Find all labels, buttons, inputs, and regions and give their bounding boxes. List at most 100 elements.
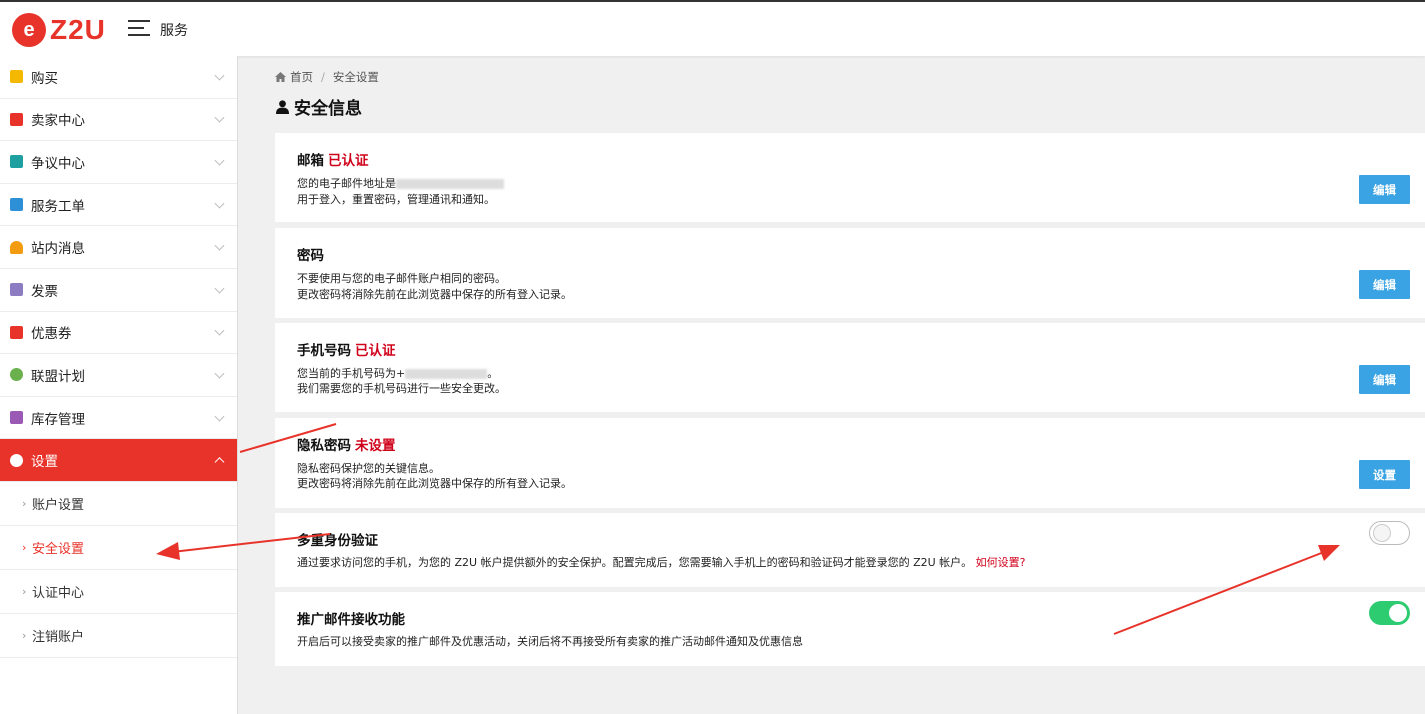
hamburger-menu-icon[interactable] xyxy=(128,20,150,38)
sidebar-item-invoice[interactable]: 发票 xyxy=(0,269,237,312)
password-edit-button[interactable]: 编辑 xyxy=(1359,270,1410,299)
email-line-1: 您的电子邮件地址是 xyxy=(297,175,504,191)
sidebar-item-label: 库存管理 xyxy=(31,411,85,428)
sidebar-item-label: 联盟计划 xyxy=(31,368,85,385)
logo-mark: e xyxy=(12,13,46,47)
password-title: 密码 xyxy=(297,248,324,264)
promo-description: 开启后可以接受卖家的推广邮件及优惠活动，关闭后将不再接受所有卖家的推广活动邮件通… xyxy=(297,635,803,648)
phone-card: 手机号码 已认证 您当前的手机号码为+。 我们需要您的手机号码进行一些安全更改。 … xyxy=(275,323,1425,412)
logo-text: Z2U xyxy=(50,14,106,45)
sidebar-subitem-account-settings[interactable]: › 账户设置 xyxy=(0,482,237,526)
toggle-knob xyxy=(1389,604,1407,622)
sidebar-item-settings[interactable]: 设置 xyxy=(0,439,237,482)
mfa-how-to-link[interactable]: 如何设置? xyxy=(976,556,1026,569)
chevron-down-icon xyxy=(214,240,225,251)
page-title-text: 安全信息 xyxy=(294,99,362,119)
mfa-title: 多重身份验证 xyxy=(297,533,378,549)
redacted-email xyxy=(396,179,504,189)
phone-line-2: 我们需要您的手机号码进行一些安全更改。 xyxy=(297,382,506,395)
z2u-logo[interactable]: e Z2U xyxy=(12,12,106,48)
puzzle-icon xyxy=(10,368,23,382)
chevron-right-icon: › xyxy=(22,496,27,510)
subitem-label: 认证中心 xyxy=(32,585,85,601)
cubes-icon xyxy=(10,411,23,425)
menu-title[interactable]: 服务 xyxy=(160,20,188,40)
promo-title: 推广邮件接收功能 xyxy=(297,612,405,628)
sidebar-item-label: 争议中心 xyxy=(31,155,85,172)
redacted-phone xyxy=(405,369,488,379)
mfa-description: 通过要求访问您的手机，为您的 Z2U 帐户提供额外的安全保护。配置完成后，您需要… xyxy=(297,554,1026,570)
phone-edit-button[interactable]: 编辑 xyxy=(1359,365,1410,394)
toggle-knob xyxy=(1373,524,1391,542)
sidebar: 购买 卖家中心 争议中心 服务工单 站内消息 发票 优惠券 联盟计划 库存管理 … xyxy=(0,56,238,714)
chevron-down-icon xyxy=(214,113,225,123)
chevron-down-icon xyxy=(214,155,225,166)
logo-letter: e xyxy=(23,18,35,41)
gear-icon xyxy=(10,453,23,467)
email-status-badge: 已认证 xyxy=(328,153,369,169)
chevron-down-icon xyxy=(214,198,225,209)
sidebar-item-label: 站内消息 xyxy=(31,241,85,258)
mfa-card: 多重身份验证 通过要求访问您的手机，为您的 Z2U 帐户提供额外的安全保护。配置… xyxy=(275,513,1425,587)
sidebar-item-seller-center[interactable]: 卖家中心 xyxy=(0,99,237,142)
mfa-toggle[interactable] xyxy=(1369,521,1410,545)
privacy-title-text: 隐私密码 xyxy=(297,438,351,454)
chevron-down-icon xyxy=(214,283,225,294)
privacy-set-button[interactable]: 设置 xyxy=(1359,460,1410,489)
sidebar-item-messages[interactable]: 站内消息 xyxy=(0,226,237,269)
bell-icon xyxy=(10,240,23,254)
invoice-icon xyxy=(10,283,23,297)
sidebar-subitem-verification-center[interactable]: › 认证中心 xyxy=(0,570,237,614)
home-icon xyxy=(275,72,286,82)
phone-line-1-text: 您当前的手机号码为+ xyxy=(297,367,406,380)
phone-line-1-suffix: 。 xyxy=(487,367,499,380)
sidebar-item-buy[interactable]: 购买 xyxy=(0,56,237,99)
password-line-1: 不要使用与您的电子邮件账户相同的密码。 xyxy=(297,272,506,285)
sidebar-item-inventory[interactable]: 库存管理 xyxy=(0,397,237,440)
chevron-right-icon: › xyxy=(22,628,27,642)
chevron-up-icon xyxy=(214,457,225,468)
top-header: e Z2U 服务 xyxy=(0,0,1425,56)
layers-icon xyxy=(10,112,23,126)
sidebar-item-coupon[interactable]: 优惠券 xyxy=(0,312,237,355)
sidebar-item-label: 卖家中心 xyxy=(31,113,85,130)
breadcrumb-separator: / xyxy=(321,70,325,84)
sidebar-subitem-close-account[interactable]: › 注销账户 xyxy=(0,614,237,658)
sidebar-item-dispute-center[interactable]: 争议中心 xyxy=(0,141,237,184)
phone-line-1: 您当前的手机号码为+ 。 xyxy=(297,365,498,381)
mfa-description-text: 通过要求访问您的手机，为您的 Z2U 帐户提供额外的安全保护。配置完成后，您需要… xyxy=(297,556,973,569)
sidebar-item-label: 发票 xyxy=(31,283,58,300)
email-title: 邮箱 已认证 xyxy=(297,149,369,169)
chevron-down-icon xyxy=(214,70,225,81)
chevron-down-icon xyxy=(214,411,225,422)
sidebar-item-label: 优惠券 xyxy=(31,326,72,343)
ticket-icon xyxy=(10,198,23,212)
chevron-down-icon xyxy=(214,368,225,379)
breadcrumb-current: 安全设置 xyxy=(332,70,379,84)
sidebar-item-service-ticket[interactable]: 服务工单 xyxy=(0,184,237,227)
email-line-1-text: 您的电子邮件地址是 xyxy=(297,177,396,190)
password-line-2: 更改密码将消除先前在此浏览器中保存的所有登入记录。 xyxy=(297,288,572,301)
sidebar-item-label: 购买 xyxy=(31,70,58,87)
sidebar-subitem-security-settings[interactable]: › 安全设置 xyxy=(0,526,237,570)
promo-toggle[interactable] xyxy=(1369,601,1410,625)
chevron-right-icon: › xyxy=(22,584,27,598)
password-card: 密码 不要使用与您的电子邮件账户相同的密码。 更改密码将消除先前在此浏览器中保存… xyxy=(275,228,1425,318)
email-card: 邮箱 已认证 您的电子邮件地址是 用于登入，重置密码，管理通讯和通知。 编辑 xyxy=(275,133,1425,222)
page-title: 安全信息 xyxy=(276,94,362,119)
breadcrumb-home-link[interactable]: 首页 xyxy=(290,69,313,85)
sidebar-item-affiliate[interactable]: 联盟计划 xyxy=(0,354,237,397)
privacy-status-badge: 未设置 xyxy=(355,438,396,454)
chevron-right-icon: › xyxy=(22,540,27,554)
privacy-password-card: 隐私密码 未设置 隐私密码保护您的关键信息。 更改密码将消除先前在此浏览器中保存的… xyxy=(275,418,1425,508)
phone-title: 手机号码 已认证 xyxy=(297,339,396,359)
chevron-down-icon xyxy=(214,326,225,336)
user-icon xyxy=(276,99,289,114)
shopping-bag-icon xyxy=(10,70,23,84)
sidebar-item-label: 服务工单 xyxy=(31,198,85,215)
privacy-title: 隐私密码 未设置 xyxy=(297,434,396,454)
email-line-2: 用于登入，重置密码，管理通讯和通知。 xyxy=(297,193,495,206)
email-edit-button[interactable]: 编辑 xyxy=(1359,175,1410,204)
breadcrumb: 首页 / 安全设置 xyxy=(275,69,379,85)
subitem-label: 注销账户 xyxy=(32,629,85,645)
